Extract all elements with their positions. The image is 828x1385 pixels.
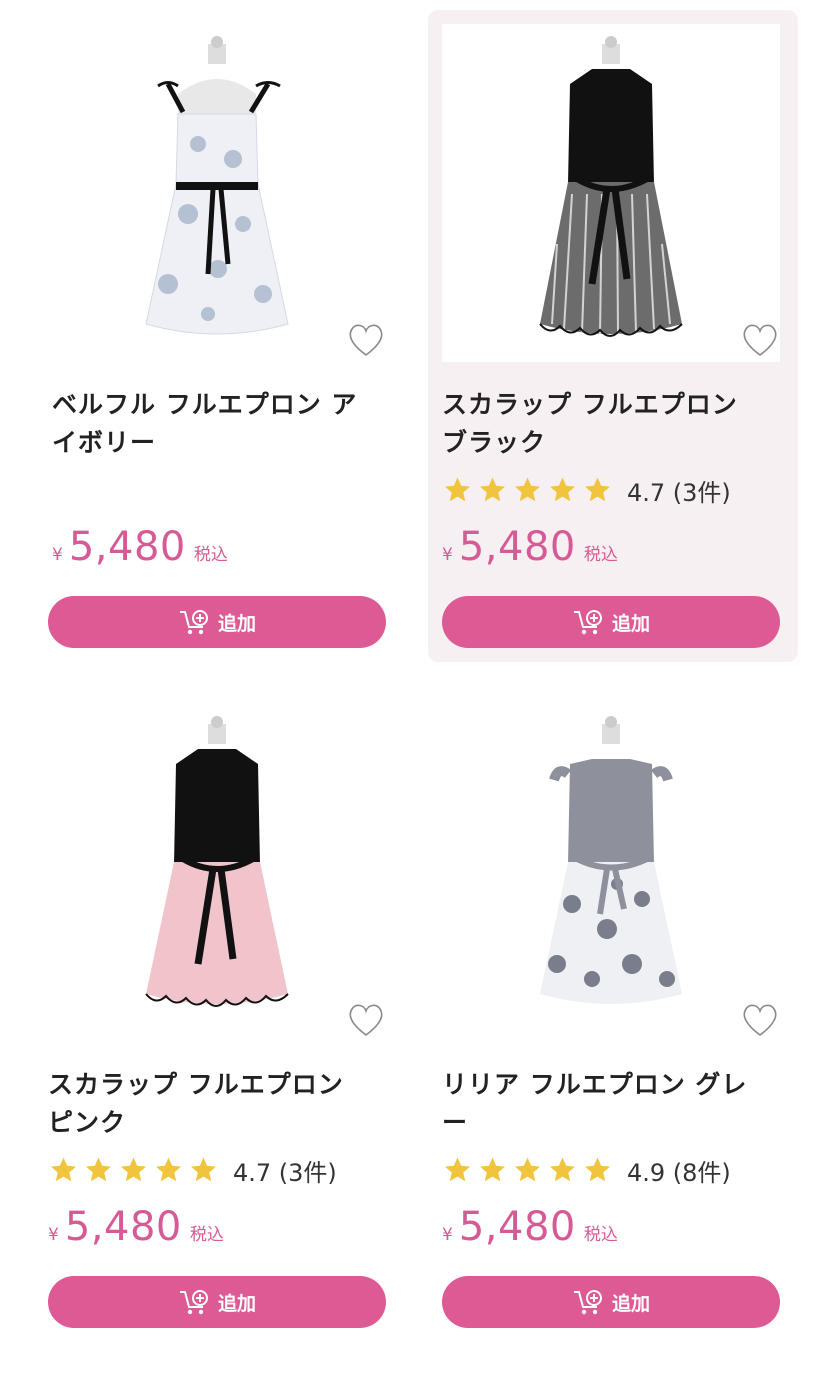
product-title[interactable]: スカラップ フルエプロン ブラック	[442, 386, 772, 462]
product-title-line2: ピンク	[48, 1108, 127, 1137]
yen-symbol: ¥	[442, 545, 453, 565]
rating-text: 4.7 (3件)	[627, 478, 731, 507]
star-icon	[51, 1157, 76, 1182]
product-title-line2: ー	[442, 1108, 469, 1137]
add-to-cart-button[interactable]: 追加	[48, 1276, 386, 1328]
product-image[interactable]	[48, 24, 386, 362]
tax-label: 税込	[193, 545, 228, 565]
product-title[interactable]: ベルフル フルエプロン ア イボリー	[52, 386, 382, 462]
star-icon	[480, 1157, 505, 1182]
product-price: ¥ 5,480 税込	[48, 1204, 224, 1250]
add-to-cart-button[interactable]: 追加	[48, 596, 386, 648]
product-card-4[interactable]: リリア フルエプロン グレ ー 4.9 (8件) ¥ 5,480 税込 追加	[428, 690, 798, 1342]
add-button-label: 追加	[611, 613, 650, 635]
product-image[interactable]	[442, 704, 780, 1042]
rating-stars	[442, 475, 613, 505]
product-title-line1: スカラップ フルエプロン	[442, 390, 738, 419]
yen-symbol: ¥	[442, 1225, 453, 1245]
rating-text: 4.7 (3件)	[233, 1158, 337, 1187]
star-icon	[480, 477, 505, 502]
star-icon	[550, 477, 575, 502]
product-rating: 4.9 (8件)	[442, 1153, 731, 1187]
star-icon	[585, 1157, 610, 1182]
star-icon	[515, 1157, 540, 1182]
product-card-3[interactable]: スカラップ フルエプロン ピンク 4.7 (3件) ¥ 5,480 税込 追加	[34, 690, 404, 1342]
add-button-label: 追加	[217, 613, 256, 635]
star-icon	[86, 1157, 111, 1182]
tax-label: 税込	[583, 545, 618, 565]
product-title-line1: スカラップ フルエプロン	[48, 1070, 344, 1099]
product-image[interactable]	[442, 24, 780, 362]
product-title[interactable]: スカラップ フルエプロン ピンク	[48, 1066, 378, 1142]
star-icon	[445, 477, 470, 502]
product-title-line1: ベルフル フルエプロン ア	[52, 390, 358, 419]
product-rating: 4.7 (3件)	[48, 1153, 337, 1187]
favorite-heart-icon[interactable]	[740, 322, 780, 358]
star-icon	[550, 1157, 575, 1182]
yen-symbol: ¥	[48, 1225, 59, 1245]
favorite-heart-icon[interactable]	[346, 322, 386, 358]
product-price: ¥ 5,480 税込	[442, 524, 618, 570]
cart-add-icon	[573, 610, 602, 635]
rating-text: 4.9 (8件)	[627, 1158, 731, 1187]
star-icon	[191, 1157, 216, 1182]
product-image[interactable]	[48, 704, 386, 1042]
favorite-heart-icon[interactable]	[346, 1002, 386, 1038]
price-amount: 5,480	[64, 1204, 182, 1250]
product-price: ¥ 5,480 税込	[442, 1204, 618, 1250]
product-price: ¥ 5,480 税込	[52, 524, 228, 570]
add-to-cart-button[interactable]: 追加	[442, 1276, 780, 1328]
rating-stars	[442, 1155, 613, 1185]
star-icon	[515, 477, 540, 502]
star-icon	[121, 1157, 146, 1182]
add-button-label: 追加	[217, 1293, 256, 1315]
cart-add-icon	[179, 1290, 208, 1315]
add-button-label: 追加	[611, 1293, 650, 1315]
cart-add-icon	[573, 1290, 602, 1315]
tax-label: 税込	[583, 1225, 618, 1245]
star-icon	[585, 477, 610, 502]
rating-stars	[48, 1155, 219, 1185]
favorite-heart-icon[interactable]	[740, 1002, 780, 1038]
tax-label: 税込	[189, 1225, 224, 1245]
star-icon	[445, 1157, 470, 1182]
add-to-cart-button[interactable]: 追加	[442, 596, 780, 648]
product-title-line2: イボリー	[52, 428, 157, 457]
product-title[interactable]: リリア フルエプロン グレ ー	[442, 1066, 772, 1142]
star-icon	[156, 1157, 181, 1182]
product-title-line2: ブラック	[442, 428, 547, 457]
price-amount: 5,480	[458, 1204, 576, 1250]
product-card-1[interactable]: ベルフル フルエプロン ア イボリー ¥ 5,480 税込 追加	[34, 10, 404, 662]
product-card-2[interactable]: スカラップ フルエプロン ブラック 4.7 (3件) ¥ 5,480 税込 追加	[428, 10, 798, 662]
yen-symbol: ¥	[52, 545, 63, 565]
price-amount: 5,480	[458, 524, 576, 570]
product-title-line1: リリア フルエプロン グレ	[442, 1070, 748, 1099]
price-amount: 5,480	[68, 524, 186, 570]
cart-add-icon	[179, 610, 208, 635]
product-rating: 4.7 (3件)	[442, 473, 731, 507]
